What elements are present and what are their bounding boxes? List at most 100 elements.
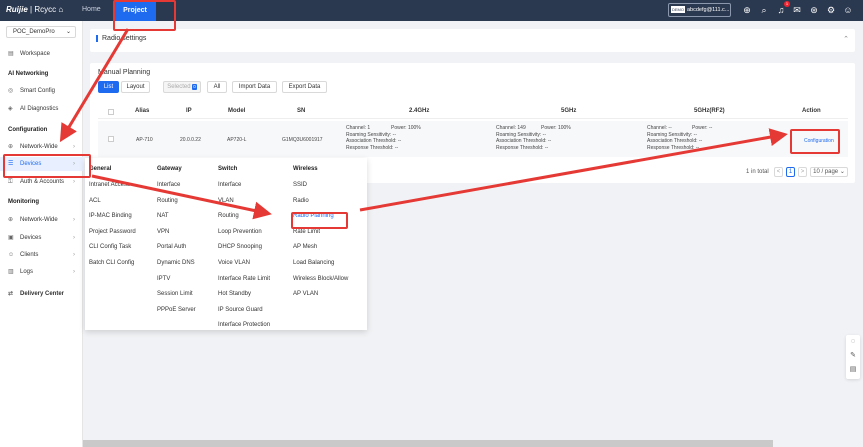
user-icon[interactable]: ☺ xyxy=(843,5,853,15)
menu-item-ip-source-guard[interactable]: IP Source Guard xyxy=(218,307,270,323)
annotation-box-project xyxy=(113,0,176,31)
sidebar-item-mon-network-wide[interactable]: ⊕ Network-Wide › xyxy=(0,213,83,227)
sidebar-item-label: AI Diagnostics xyxy=(20,106,59,112)
menu-item-rate-limit[interactable]: Rate Limit xyxy=(293,229,348,245)
menu-item-ssid[interactable]: SSID xyxy=(293,182,348,198)
menu-item-ip-mac-binding[interactable]: IP-MAC Binding xyxy=(89,213,136,229)
chevron-down-icon: ⌄ xyxy=(65,29,71,35)
cell-sn: G1MQ3U6001917 xyxy=(282,137,323,143)
menu-item-wireless-block-allow[interactable]: Wireless Block/Allow xyxy=(293,276,348,292)
menu-item-cli-config-task[interactable]: CLI Config Task xyxy=(89,244,136,260)
b24-response: Response Threshold: -- xyxy=(346,144,399,151)
menu-head-general: General xyxy=(89,166,112,172)
menu-item-session-limit[interactable]: Session Limit xyxy=(157,291,196,307)
menu-item-sw-routing[interactable]: Routing xyxy=(218,213,270,229)
menu-item-interface-protection[interactable]: Interface Protection xyxy=(218,322,270,338)
logo-brand: Ruijie xyxy=(6,5,28,14)
menu-item-intranet-access[interactable]: Intranet Access xyxy=(89,182,136,198)
pager-prev-button[interactable]: < xyxy=(774,167,783,177)
menu-item-dhcp-snooping[interactable]: DHCP Snooping xyxy=(218,244,270,260)
menu-item-ap-mesh[interactable]: AP Mesh xyxy=(293,244,348,260)
sidebar-item-workspace[interactable]: ▤ Workspace xyxy=(0,47,83,61)
project-select-value: POC_DemoPro xyxy=(13,29,55,35)
message-icon[interactable]: ✉ xyxy=(792,5,802,15)
menu-item-voice-vlan[interactable]: Voice VLAN xyxy=(218,260,270,276)
menu-item-nat[interactable]: NAT xyxy=(157,213,196,229)
menu-item-batch-cli-config[interactable]: Batch CLI Config xyxy=(89,260,136,276)
search-icon[interactable]: ⌕ xyxy=(759,5,769,15)
select-all-checkbox[interactable] xyxy=(108,109,114,115)
pager-next-button[interactable]: > xyxy=(798,167,807,177)
cell-alias: AP-710 xyxy=(136,137,153,143)
sidebar-item-ai-diagnostics[interactable]: ◈ AI Diagnostics xyxy=(0,102,83,116)
settings-icon[interactable]: ⚙ xyxy=(826,5,836,15)
menu-item-load-balancing[interactable]: Load Balancing xyxy=(293,260,348,276)
menu-item-ap-vlan[interactable]: AP VLAN xyxy=(293,291,348,307)
section-monitoring: Monitoring xyxy=(8,199,39,205)
user-tag: DEMO xyxy=(671,6,685,14)
menu-item-iptv[interactable]: IPTV xyxy=(157,276,196,292)
network-icon: ⊕ xyxy=(8,217,14,223)
menu-item-dynamic-dns[interactable]: Dynamic DNS xyxy=(157,260,196,276)
col-5ghz: 5GHz xyxy=(561,108,577,114)
logo-sub: | Rcycc xyxy=(30,5,57,14)
menu-item-sw-interface[interactable]: Interface xyxy=(218,182,270,198)
chevron-right-icon: › xyxy=(73,252,75,258)
logo-mark-icon: ⌂ xyxy=(58,5,64,14)
menu-item-radio[interactable]: Radio xyxy=(293,198,348,214)
chevron-right-icon: › xyxy=(73,269,75,275)
menu-item-hot-standby[interactable]: Hot Standby xyxy=(218,291,270,307)
menu-item-portal-auth[interactable]: Portal Auth xyxy=(157,244,196,260)
menu-item-acl[interactable]: ACL xyxy=(89,198,136,214)
menu-item-loop-prevention[interactable]: Loop Prevention xyxy=(218,229,270,245)
page-size-select[interactable]: 10 / page ⌄ xyxy=(810,167,848,177)
menu-item-gw-routing[interactable]: Routing xyxy=(157,198,196,214)
menu-column-wireless: Wireless SSID Radio Radio Planning Rate … xyxy=(293,166,348,307)
layout-button[interactable]: Layout xyxy=(121,81,150,93)
sidebar-item-label: Network-Wide xyxy=(20,217,58,223)
project-select[interactable]: POC_DemoPro ⌄ xyxy=(6,26,76,38)
help-icon[interactable]: ✎ xyxy=(849,352,857,360)
chevron-up-icon[interactable]: ⌃ xyxy=(843,35,849,43)
list-button[interactable]: List xyxy=(98,81,119,93)
sidebar-item-label: Smart Config xyxy=(20,88,56,94)
document-icon[interactable]: ▤ xyxy=(849,366,857,374)
globe-icon[interactable]: ⊛ xyxy=(809,5,819,15)
import-data-button[interactable]: Import Data xyxy=(232,81,277,93)
user-account-menu[interactable]: DEMOabcdefg@111.c... ⌄ xyxy=(668,3,731,17)
nav-home[interactable]: Home xyxy=(82,6,101,13)
band-5ghz-rf2-info: Channel: -- Power: -- Roaming Sensitivity… xyxy=(647,125,712,151)
chevron-right-icon: › xyxy=(73,144,75,150)
sidebar-item-smart-config[interactable]: ◎ Smart Config xyxy=(0,84,83,98)
sidebar-item-mon-devices[interactable]: ▣ Devices › xyxy=(0,231,83,245)
chat-icon[interactable]: ◌ xyxy=(849,338,857,346)
menu-item-interface-rate-limit[interactable]: Interface Rate Limit xyxy=(218,276,270,292)
devices-dropdown-menu: General Intranet Access ACL IP-MAC Bindi… xyxy=(85,158,367,330)
notification-badge: 1 xyxy=(784,1,790,7)
menu-item-gw-interface[interactable]: Interface xyxy=(157,182,196,198)
menu-item-project-password[interactable]: Project Password xyxy=(89,229,136,245)
pager-page-1[interactable]: 1 xyxy=(786,167,795,177)
menu-item-vpn[interactable]: VPN xyxy=(157,229,196,245)
add-icon[interactable]: ⊕ xyxy=(742,5,752,15)
floating-toolbar: ◌ ✎ ▤ xyxy=(846,335,860,379)
clients-icon: ☺ xyxy=(8,252,15,258)
row-checkbox[interactable] xyxy=(108,136,114,142)
chevron-down-icon: ⌄ xyxy=(839,169,845,175)
sidebar-item-network-wide[interactable]: ⊕ Network-Wide › xyxy=(0,140,83,154)
annotation-box-configuration xyxy=(790,129,840,154)
sidebar: POC_DemoPro ⌄ ▤ Workspace AI Networking … xyxy=(0,21,83,447)
sidebar-item-mon-logs[interactable]: ▥ Logs › xyxy=(0,265,83,279)
sidebar-item-label: Auth & Accounts xyxy=(20,179,65,185)
logo: Ruijie | Rcycc ⌂ xyxy=(6,5,63,14)
all-button[interactable]: All xyxy=(207,81,227,93)
menu-item-pppoe-server[interactable]: PPPoE Server xyxy=(157,307,196,323)
sidebar-item-mon-clients[interactable]: ☺ Clients › xyxy=(0,248,83,262)
menu-item-vlan[interactable]: VLAN xyxy=(218,198,270,214)
selected-button[interactable]: Selected 0 xyxy=(163,81,201,93)
horizontal-scrollbar[interactable] xyxy=(83,440,773,447)
sidebar-item-delivery-center[interactable]: ⇄ Delivery Center xyxy=(0,287,83,301)
manual-planning-title: Manual Planning xyxy=(98,69,151,76)
export-data-button[interactable]: Export Data xyxy=(282,81,327,93)
col-24ghz: 2.4GHz xyxy=(409,108,430,114)
